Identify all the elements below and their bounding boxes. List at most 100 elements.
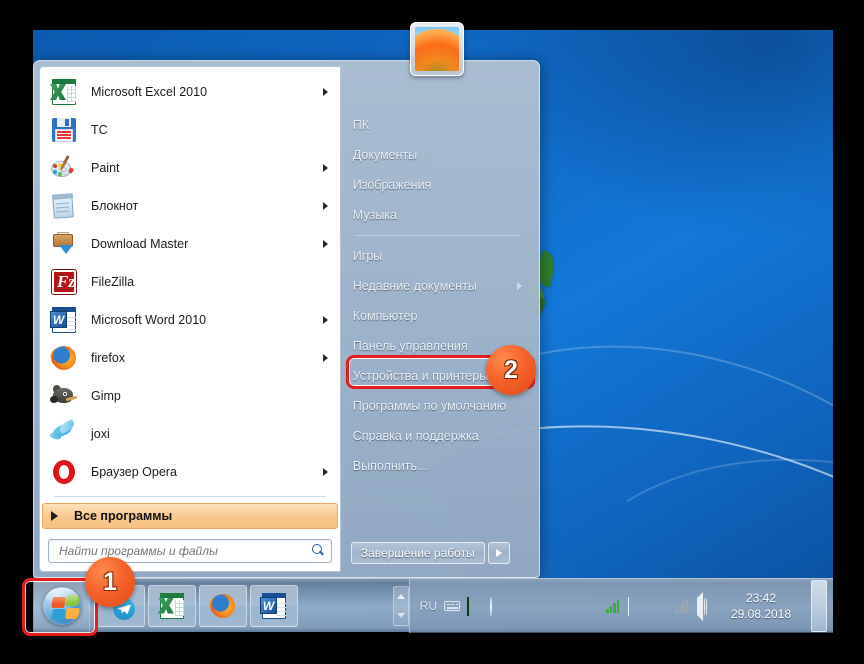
divider xyxy=(354,235,520,236)
start-menu-item-label: Изображения xyxy=(352,178,432,192)
start-menu-item-label: Компьютер xyxy=(352,309,418,323)
start-menu-item-11[interactable]: Справка и поддержка xyxy=(341,421,534,451)
colorful-app-icon[interactable] xyxy=(582,598,598,614)
start-menu-item-label: Программы по умолчанию xyxy=(352,399,507,413)
taskbar-button-4[interactable]: W xyxy=(250,584,298,627)
clock[interactable]: 23:42 29.08.2018 xyxy=(720,579,802,633)
chevron-down-icon xyxy=(396,612,405,618)
search-icon[interactable] xyxy=(311,544,325,558)
total-commander-icon xyxy=(49,115,79,145)
start-menu-item-label: Музыка xyxy=(352,208,397,222)
program-item-5[interactable]: Download Master xyxy=(40,225,340,263)
start-menu-item-12[interactable]: Выполнить... xyxy=(341,451,534,481)
program-item-label: joxi xyxy=(91,427,110,441)
program-item-label: Download Master xyxy=(91,237,189,251)
program-item-9[interactable]: Gimp xyxy=(40,377,340,415)
start-menu-left-column: Microsoft Excel 2010 TC Paint Блокнот Downlo… xyxy=(39,66,341,572)
callout-badge-1: 1 xyxy=(85,557,135,607)
excel-icon xyxy=(157,591,187,621)
program-item-label: Microsoft Word 2010 xyxy=(91,313,207,327)
submenu-arrow-icon xyxy=(322,88,328,96)
flower-avatar-icon xyxy=(415,27,460,71)
word-icon: W xyxy=(49,305,79,335)
start-menu-item-label: Панель управления xyxy=(352,339,468,353)
green-grid-icon[interactable] xyxy=(467,596,483,616)
start-menu-item-label: Документы xyxy=(352,148,418,162)
all-programs-button[interactable]: Все программы xyxy=(42,503,338,529)
taskbar-button-3[interactable] xyxy=(199,584,247,627)
all-programs-label: Все программы xyxy=(74,509,173,523)
shutdown-options-button[interactable] xyxy=(487,542,510,564)
signal-bars-gray-icon[interactable] xyxy=(674,598,690,614)
start-menu-item-label: Игры xyxy=(352,249,383,263)
clock-time: 23:42 xyxy=(745,590,777,605)
search-box[interactable] xyxy=(48,539,332,563)
clock-date: 29.08.2018 xyxy=(730,606,792,621)
shutdown-button[interactable]: Завершение работы xyxy=(350,542,485,564)
chevron-up-icon xyxy=(396,593,405,599)
paint-icon xyxy=(49,153,79,183)
chevron-right-icon xyxy=(495,549,502,557)
program-item-4[interactable]: Блокнот xyxy=(40,187,340,225)
filezilla-icon: Fz xyxy=(49,267,79,297)
program-item-10[interactable]: joxi xyxy=(40,415,340,453)
start-menu-right-column: ПК Документы Изображения Музыка Игры Недавние… xyxy=(341,22,534,572)
program-item-2[interactable]: TC xyxy=(40,111,340,149)
flag-action-center-icon[interactable] xyxy=(628,596,644,616)
volume-speaker-icon[interactable] xyxy=(697,591,713,621)
program-item-label: Браузер Opera xyxy=(91,465,177,479)
start-menu-item-4[interactable]: Музыка xyxy=(341,200,534,230)
search-area xyxy=(40,531,340,571)
avatar[interactable] xyxy=(410,22,465,76)
telegram-icon[interactable] xyxy=(536,598,552,614)
start-menu-item-label: Устройства и принтеры xyxy=(352,369,489,383)
show-desktop-button[interactable] xyxy=(811,579,827,632)
submenu-arrow-icon xyxy=(322,240,328,248)
windows-start-orb-icon xyxy=(42,586,81,625)
submenu-arrow-icon xyxy=(322,468,328,476)
start-button[interactable] xyxy=(34,579,90,632)
notepad-icon xyxy=(49,191,79,221)
opera-icon xyxy=(49,457,79,487)
word-icon: W xyxy=(259,591,289,621)
program-item-label: firefox xyxy=(91,351,126,365)
avast-icon[interactable] xyxy=(651,598,667,614)
program-item-label: Блокнот xyxy=(91,199,139,213)
start-menu-item-6[interactable]: Недавние документы xyxy=(341,271,534,301)
download-master-icon xyxy=(49,229,79,259)
submenu-arrow-icon xyxy=(322,202,328,210)
keyboard-icon[interactable] xyxy=(444,598,460,614)
leaf-icon[interactable] xyxy=(513,598,529,614)
system-tray: RU 23:42 29.08.2018 xyxy=(408,578,833,633)
language-indicator[interactable]: RU xyxy=(420,599,437,613)
chrome-icon[interactable] xyxy=(490,596,506,616)
program-item-7[interactable]: W Microsoft Word 2010 xyxy=(40,301,340,339)
divider xyxy=(54,496,326,497)
program-item-3[interactable]: Paint xyxy=(40,149,340,187)
search-input[interactable] xyxy=(59,544,311,558)
chevron-right-icon xyxy=(51,511,58,521)
start-menu-item-3[interactable]: Изображения xyxy=(341,170,534,200)
floppy-save-icon[interactable] xyxy=(559,598,575,614)
start-menu-item-2[interactable]: Документы xyxy=(341,140,534,170)
start-menu-item-label: Справка и поддержка xyxy=(352,429,479,443)
program-item-label: Microsoft Excel 2010 xyxy=(91,85,208,99)
pinned-programs-list: Microsoft Excel 2010 TC Paint Блокнот Downlo… xyxy=(40,67,340,492)
joxi-icon xyxy=(49,418,79,449)
start-menu-item-5[interactable]: Игры xyxy=(341,241,534,271)
submenu-arrow-icon xyxy=(322,316,328,324)
start-menu-item-10[interactable]: Программы по умолчанию xyxy=(341,391,534,421)
start-menu-item-1[interactable]: ПК xyxy=(341,110,534,140)
start-menu-item-7[interactable]: Компьютер xyxy=(341,301,534,331)
program-item-1[interactable]: Microsoft Excel 2010 xyxy=(40,73,340,111)
program-item-11[interactable]: Браузер Opera xyxy=(40,453,340,491)
taskbar-button-2[interactable] xyxy=(148,584,196,627)
start-menu-panel: Microsoft Excel 2010 TC Paint Блокнот Downlo… xyxy=(33,22,540,578)
program-item-8[interactable]: firefox xyxy=(40,339,340,377)
program-item-6[interactable]: Fz FileZilla xyxy=(40,263,340,301)
signal-bars-green-icon[interactable] xyxy=(605,598,621,614)
tray-expand-button[interactable] xyxy=(392,585,409,626)
callout-badge-2: 2 xyxy=(486,345,536,395)
shutdown-row: Завершение работы xyxy=(341,542,534,572)
submenu-arrow-icon xyxy=(322,164,328,172)
